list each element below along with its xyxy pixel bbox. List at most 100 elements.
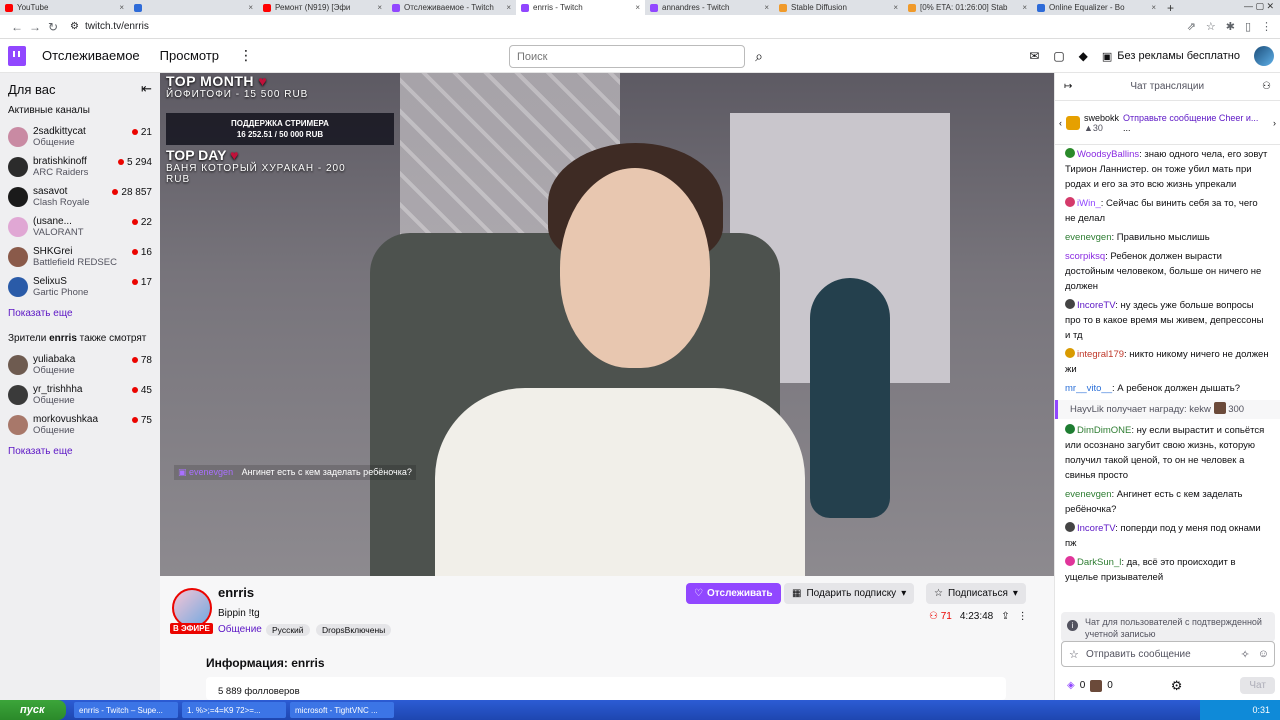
chat-username[interactable]: evenevgen xyxy=(1065,232,1111,243)
browser-tab[interactable]: [0% ETA: 01:26:00] Stab × xyxy=(903,0,1032,15)
community-icon[interactable]: ⚇ xyxy=(1262,81,1271,92)
cheer-cta[interactable]: Отправьте сообщение Cheer и...... xyxy=(1123,113,1258,133)
sidebar-channel[interactable]: SelixuS Gartic Phone 17 xyxy=(8,272,152,302)
sidebar-channel[interactable]: yr_trishhha Общение 45 xyxy=(8,380,152,410)
share-stream-icon[interactable]: ⇪ xyxy=(1001,611,1009,622)
chat-username[interactable]: integral179 xyxy=(1077,349,1124,360)
reward-user[interactable]: HayvLik xyxy=(1070,404,1104,415)
chat-settings-icon[interactable]: ⚙ xyxy=(1171,678,1183,694)
tab-close-icon[interactable]: × xyxy=(893,3,898,12)
cheer-user[interactable]: swebokk ▲30 xyxy=(1084,113,1119,133)
emote-picker-icon[interactable]: ☺ xyxy=(1258,648,1269,661)
badge-star-icon[interactable]: ☆ xyxy=(1069,648,1079,661)
url-field[interactable]: ⚙ twitch.tv/enrris xyxy=(70,21,149,32)
more-options-icon[interactable]: ⋮ xyxy=(239,47,253,64)
browser-tab[interactable]: Online Equalizer - Bo × xyxy=(1032,0,1161,15)
twitch-logo-icon[interactable] xyxy=(8,45,26,66)
share-icon[interactable]: ⇗ xyxy=(1187,20,1196,33)
browser-tab[interactable]: Отслеживаемое - Twitch × xyxy=(387,0,516,15)
stream-more-icon[interactable]: ⋮ xyxy=(1018,611,1028,622)
chat-input-actions: ✧ ☺ xyxy=(1241,648,1269,661)
chat-username[interactable]: mr__vito__ xyxy=(1065,383,1112,394)
follow-button[interactable]: ♡ Отслеживать xyxy=(686,583,781,604)
channel-info: SelixuS Gartic Phone xyxy=(33,276,132,298)
nav-following[interactable]: Отслеживаемое xyxy=(42,48,140,63)
reward-image-icon xyxy=(1213,402,1226,414)
stream-category[interactable]: Общение xyxy=(218,624,262,635)
sidebar-channel[interactable]: (usane... VALORANT 22 xyxy=(8,212,152,242)
chat-username[interactable]: evenevgen xyxy=(1065,489,1111,500)
browser-tab[interactable]: annandres - Twitch × xyxy=(645,0,774,15)
tab-close-icon[interactable]: × xyxy=(506,3,511,12)
show-more-button[interactable]: Показать еще xyxy=(8,308,152,319)
collapse-sidebar-icon[interactable]: ⇤ xyxy=(141,81,152,97)
browser-tab[interactable]: × xyxy=(129,0,258,15)
browser-tab[interactable]: enrris - Twitch × xyxy=(516,0,645,15)
tag-drops[interactable]: DropsВключены xyxy=(316,624,392,636)
browser-tab[interactable]: YouTube × xyxy=(0,0,129,15)
sidebar-channel[interactable]: morkovushkaa Общение 75 xyxy=(8,410,152,440)
reload-icon[interactable]: ↻ xyxy=(44,20,62,34)
adfree-button[interactable]: ▣ Без рекламы бесплатно xyxy=(1102,50,1240,63)
whispers-icon[interactable]: ▢ xyxy=(1053,49,1064,63)
tag-russian[interactable]: Русский xyxy=(266,624,310,636)
window-controls-icon[interactable]: — ▢ ✕ xyxy=(1244,1,1274,12)
nav-browse[interactable]: Просмотр xyxy=(160,48,219,63)
user-avatar[interactable] xyxy=(1254,46,1274,66)
points-reward-icon[interactable] xyxy=(1090,679,1103,692)
chat-username[interactable]: iWin_ xyxy=(1077,198,1101,209)
streamer-avatar[interactable] xyxy=(172,588,212,628)
tab-title: annandres - Twitch xyxy=(662,3,730,12)
channel-points-icon[interactable]: ◈ xyxy=(1067,680,1075,691)
taskbar-item-2[interactable]: 1. %>;=4=K9 72>=... xyxy=(182,702,286,718)
chat-input[interactable]: ☆ Отправить сообщение ✧ ☺ xyxy=(1061,641,1275,667)
chat-username[interactable]: IncoreTV xyxy=(1077,300,1115,311)
browser-menu-icon[interactable]: ⋮ xyxy=(1261,20,1272,33)
bits-icon[interactable]: ◆ xyxy=(1079,49,1088,63)
forward-icon[interactable]: → xyxy=(26,20,44,34)
video-player[interactable]: TOP MONTH ♥ ЙОФИТОФИ - 15 500 RUB ПОДДЕР… xyxy=(160,73,1054,576)
sidepanel-icon[interactable]: ▯ xyxy=(1245,20,1251,33)
subscribe-button[interactable]: ☆ Подписаться ▾ xyxy=(926,583,1026,604)
channel-viewers: 22 xyxy=(131,217,152,228)
chat-username[interactable]: scorpiksq xyxy=(1065,251,1105,262)
next-arrow-icon[interactable]: › xyxy=(1273,118,1276,128)
gift-sub-button[interactable]: ▦ Подарить подписку ▾ xyxy=(784,583,915,604)
chat-username[interactable]: DimDimONE xyxy=(1077,425,1131,436)
tab-close-icon[interactable]: × xyxy=(248,3,253,12)
streamer-name[interactable]: enrris xyxy=(218,585,254,600)
sidebar-channel[interactable]: sasavot Clash Royale 28 857 xyxy=(8,182,152,212)
sidebar-channel[interactable]: bratishkinoff ARC Raiders 5 294 xyxy=(8,152,152,182)
tab-close-icon[interactable]: × xyxy=(635,3,640,12)
browser-tab[interactable]: Ремонт (N919) [Эфи × xyxy=(258,0,387,15)
tab-close-icon[interactable]: × xyxy=(764,3,769,12)
show-more-button-2[interactable]: Показать еще xyxy=(8,446,152,457)
search-icon[interactable]: ⌕ xyxy=(747,45,771,68)
search-input[interactable] xyxy=(509,45,745,68)
chat-send-button[interactable]: Чат xyxy=(1240,677,1275,694)
sidebar-channel[interactable]: SHKGrei Battlefield REDSEC 16 xyxy=(8,242,152,272)
bits-cheer-icon[interactable]: ✧ xyxy=(1241,648,1250,661)
inbox-icon[interactable]: ✉ xyxy=(1029,49,1039,63)
bookmark-star-icon[interactable]: ☆ xyxy=(1206,20,1216,33)
extensions-icon[interactable]: ✱ xyxy=(1226,20,1235,33)
chat-username[interactable]: IncoreTV xyxy=(1077,523,1115,534)
taskbar-item-vnc[interactable]: microsoft - TightVNC ... xyxy=(290,702,394,718)
prev-arrow-icon[interactable]: ‹ xyxy=(1059,118,1062,128)
back-icon[interactable]: ← xyxy=(8,20,26,34)
tab-close-icon[interactable]: × xyxy=(1022,3,1027,12)
start-button[interactable]: пуск xyxy=(0,700,66,720)
chat-username[interactable]: DarkSun_l xyxy=(1077,557,1121,568)
tab-close-icon[interactable]: × xyxy=(119,3,124,12)
tab-favicon-icon xyxy=(650,3,658,12)
site-info-icon[interactable]: ⚙ xyxy=(70,21,79,32)
sidebar-channel[interactable]: 2sadkittycat Общение 21 xyxy=(8,122,152,152)
sidebar-channel[interactable]: yuliabaka Общение 78 xyxy=(8,350,152,380)
taskbar-item-browser[interactable]: enrris - Twitch – Supe... xyxy=(74,702,178,718)
browser-tab[interactable]: Stable Diffusion × xyxy=(774,0,903,15)
collapse-chat-icon[interactable]: ↦ xyxy=(1064,81,1072,92)
chat-username[interactable]: WoodsyBallins xyxy=(1077,149,1139,160)
tab-close-icon[interactable]: × xyxy=(1151,3,1156,12)
new-tab-icon[interactable]: + xyxy=(1167,1,1174,15)
tab-close-icon[interactable]: × xyxy=(377,3,382,12)
